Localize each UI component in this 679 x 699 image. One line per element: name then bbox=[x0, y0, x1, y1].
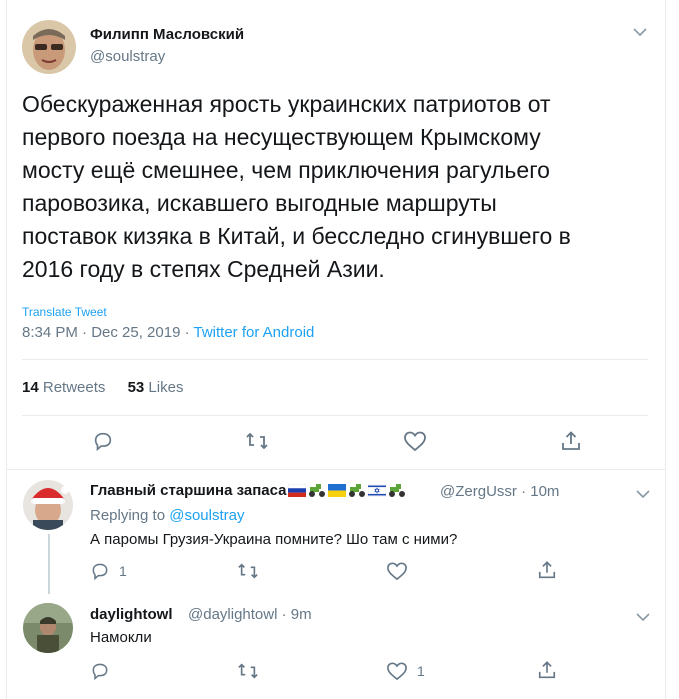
israel-flag-icon bbox=[368, 484, 387, 497]
reply-button[interactable]: 1 bbox=[90, 561, 127, 581]
author-avatar[interactable] bbox=[22, 20, 76, 74]
reply-author-name[interactable]: daylightowl bbox=[90, 606, 173, 623]
like-icon[interactable] bbox=[403, 430, 427, 452]
tweet-meta: 8:34 PM · Dec 25, 2019 · Twitter for And… bbox=[22, 324, 314, 341]
reply-avatar[interactable] bbox=[23, 480, 73, 530]
thread-line bbox=[48, 534, 50, 594]
retweets-count: 14 bbox=[22, 379, 39, 396]
like-icon[interactable] bbox=[386, 561, 408, 581]
share-icon[interactable] bbox=[560, 430, 582, 452]
russia-flag-icon bbox=[288, 484, 307, 497]
share-icon[interactable] bbox=[537, 560, 557, 580]
tweet-stats: 14 Retweets 53 Likes bbox=[22, 379, 183, 396]
chevron-down-icon[interactable] bbox=[636, 609, 650, 625]
chevron-down-icon[interactable] bbox=[636, 486, 650, 502]
replying-to: Replying to @soulstray bbox=[90, 507, 244, 524]
reply-icon[interactable] bbox=[90, 661, 110, 681]
reply-author-name-text: Главный старшина запаса bbox=[90, 482, 287, 499]
retweet-icon[interactable] bbox=[237, 661, 259, 681]
tractor-icon bbox=[309, 484, 326, 497]
share-icon[interactable] bbox=[537, 660, 557, 680]
translate-link[interactable]: Translate Tweet bbox=[22, 305, 107, 319]
tweet-text: Обескураженная ярость украинских патриот… bbox=[22, 91, 571, 282]
likes-label: Likes bbox=[148, 379, 184, 396]
retweets-label: Retweets bbox=[42, 379, 106, 396]
divider bbox=[7, 469, 665, 470]
tweet-actions bbox=[0, 430, 679, 456]
reply-author-name[interactable]: Главный старшина запаса bbox=[90, 482, 406, 499]
tractor-icon bbox=[349, 484, 366, 497]
ukraine-flag-icon bbox=[328, 484, 347, 497]
reply-count: 1 bbox=[119, 563, 127, 579]
reply-author-handle[interactable]: @daylightowl · 9m bbox=[188, 606, 312, 623]
author-handle[interactable]: @soulstray bbox=[90, 48, 165, 65]
author-name[interactable]: Филипп Масловский bbox=[90, 26, 244, 43]
like-icon bbox=[387, 662, 407, 681]
likes-count: 53 bbox=[127, 379, 145, 396]
like-count: 1 bbox=[417, 663, 425, 679]
reply-icon[interactable] bbox=[92, 430, 114, 452]
reply-avatar[interactable] bbox=[23, 603, 73, 653]
likes-stat[interactable]: 53 Likes bbox=[128, 379, 184, 396]
chevron-down-icon[interactable] bbox=[633, 24, 647, 40]
retweet-icon[interactable] bbox=[237, 561, 259, 581]
tractor-icon bbox=[389, 484, 406, 497]
divider bbox=[22, 359, 648, 360]
replying-prefix: Replying to bbox=[90, 507, 170, 524]
like-button[interactable]: 1 bbox=[386, 661, 425, 681]
reply-text: Намокли bbox=[90, 629, 152, 646]
divider bbox=[22, 415, 648, 416]
tweet-source[interactable]: Twitter for Android bbox=[193, 324, 314, 341]
reply-author-handle[interactable]: @ZergUssr · 10m bbox=[440, 483, 559, 500]
replying-to-handle[interactable]: @soulstray bbox=[169, 507, 244, 524]
retweet-icon[interactable] bbox=[245, 430, 269, 452]
tweet-time[interactable]: 8:34 PM · Dec 25, 2019 · bbox=[22, 324, 193, 341]
reply-text: А паромы Грузия-Украина помните? Шо там … bbox=[90, 531, 458, 548]
reply-icon bbox=[92, 563, 108, 581]
retweets-stat[interactable]: 14 Retweets bbox=[22, 379, 105, 396]
